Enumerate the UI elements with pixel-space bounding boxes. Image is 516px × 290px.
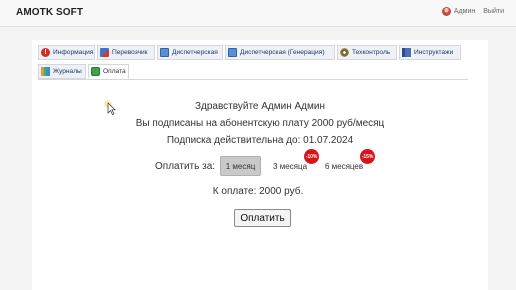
tab-label: Инструктажи [414, 49, 454, 56]
payment-icon [91, 67, 100, 76]
top-bar: AMOTK SOFT Админ Выйти [0, 0, 516, 27]
gear-icon [340, 48, 349, 57]
pay-button[interactable]: Оплатить [234, 209, 291, 227]
option-1-month[interactable]: 1 месяц [220, 156, 262, 176]
pay-for-label: Оплатить за: [155, 160, 216, 172]
subscription-text: Вы подписаны на абонентскую плату 2000 р… [135, 118, 385, 129]
discount-badge: -10% [304, 149, 320, 164]
discount-badge: -15% [360, 149, 376, 164]
greeting-text: Здравствуйте Админ Админ [194, 101, 326, 112]
tab-payment[interactable]: Оплата [88, 64, 129, 79]
brand-logo[interactable]: AMOTK SOFT [16, 7, 83, 18]
truck-icon [100, 48, 109, 57]
tab-label: Перевозчик [112, 49, 148, 56]
tab-label: Техконтроль [352, 49, 391, 56]
total-amount: К оплате: 2000 руб. [212, 186, 304, 197]
journal-icon [41, 67, 50, 76]
tab-info[interactable]: ! Информация [38, 45, 95, 60]
tab-dispatch-generation[interactable]: Диспетчерская (Генерация) [225, 45, 335, 60]
tab-label: Информация [53, 49, 94, 56]
option-6-months[interactable]: 6 месяцев -15% [319, 149, 376, 176]
book-icon [402, 48, 411, 57]
logout-link[interactable]: Выйти [483, 8, 504, 15]
tab-dispatch[interactable]: Диспетчерская [157, 45, 223, 60]
tab-tech-control[interactable]: Техконтроль [337, 45, 397, 60]
option-label: 6 месяцев [324, 161, 364, 171]
tab-carrier[interactable]: Перевозчик [97, 45, 155, 60]
document-icon [160, 48, 169, 57]
option-label: 1 месяц [225, 161, 256, 171]
user-menu: Админ Выйти [441, 7, 504, 16]
info-icon: ! [41, 48, 50, 57]
avatar-icon [441, 7, 451, 16]
document-icon [228, 48, 237, 57]
tab-label: Диспетчерская [172, 49, 218, 56]
tab-label: Журналы [53, 68, 82, 75]
tab-label: Оплата [103, 68, 126, 75]
user-name-link[interactable]: Админ [454, 8, 475, 15]
option-3-months[interactable]: 3 месяца -10% [267, 149, 320, 176]
valid-until-text: Подписка действительна до: 01.07.2024 [166, 135, 354, 146]
option-label: 3 месяца [273, 161, 308, 171]
tab-divider [38, 79, 468, 80]
mouse-cursor-icon [104, 100, 116, 115]
tab-label: Диспетчерская (Генерация) [240, 49, 325, 56]
tab-journals[interactable]: Журналы [38, 64, 86, 79]
tab-briefings[interactable]: Инструктажи [399, 45, 461, 60]
period-selector: Оплатить за: 1 месяц 3 месяца -10% 6 мес… [155, 149, 376, 176]
